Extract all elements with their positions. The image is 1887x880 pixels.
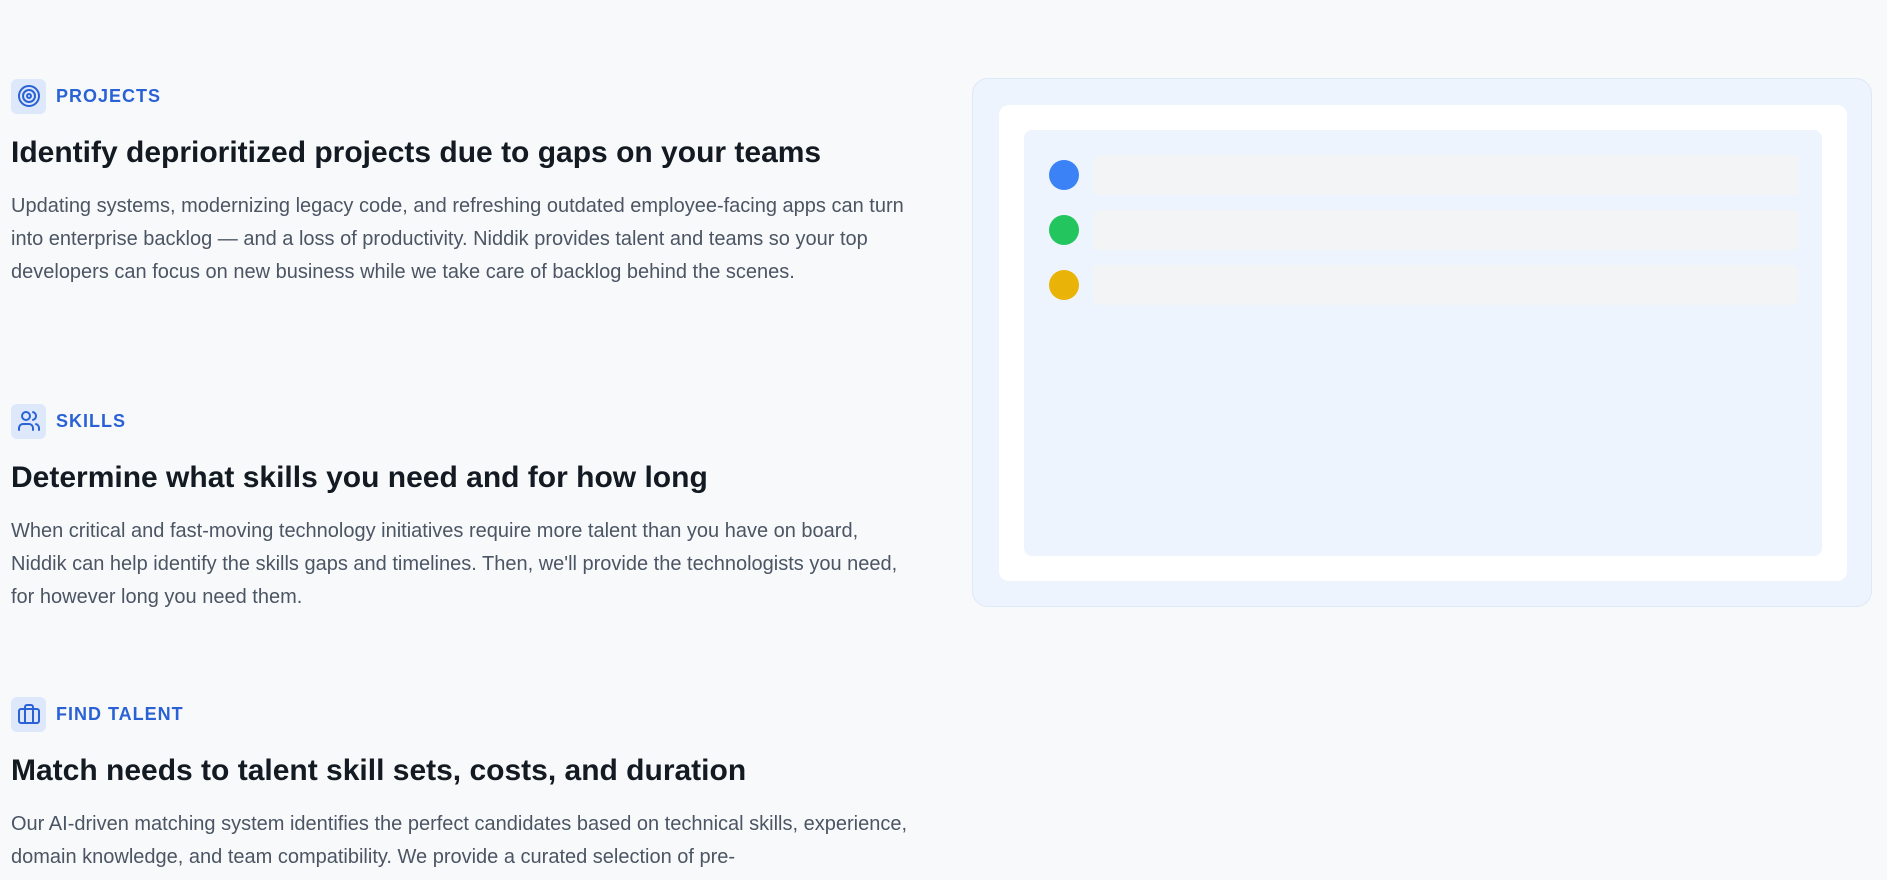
feature-eyebrow: SKILLS <box>11 403 916 439</box>
status-dot <box>1049 270 1079 300</box>
placeholder-bar <box>1093 210 1799 250</box>
feature-eyebrow-label: PROJECTS <box>56 85 162 106</box>
feature-description: Our AI-driven matching system identifies… <box>11 813 908 868</box>
placeholder-bar <box>1093 265 1799 305</box>
status-dot <box>1049 215 1079 245</box>
feature-projects: PROJECTS Identify deprioritized projects… <box>11 78 916 289</box>
page: PROJECTS Identify deprioritized projects… <box>0 0 1887 880</box>
feature-title: Identify deprioritized projects due to g… <box>11 136 822 169</box>
list-item <box>1049 265 1809 305</box>
feature-skills: SKILLS Determine what skills you need an… <box>11 403 916 614</box>
feature-title: Determine what skills you need and for h… <box>11 461 708 494</box>
illustration-card <box>999 105 1847 581</box>
feature-eyebrow-label: SKILLS <box>56 410 127 431</box>
illustration-panel <box>972 78 1872 607</box>
illustration-list <box>1024 130 1822 556</box>
list-item <box>1049 210 1809 250</box>
users-icon <box>11 403 46 439</box>
feature-description: Updating systems, modernizing legacy cod… <box>11 195 904 283</box>
feature-eyebrow: FIND TALENT <box>11 696 916 732</box>
placeholder-bar <box>1093 155 1799 195</box>
feature-find-talent: FIND TALENT Match needs to talent skill … <box>11 696 916 874</box>
status-dot <box>1049 160 1079 190</box>
feature-title: Match needs to talent skill sets, costs,… <box>11 754 747 787</box>
list-item <box>1049 155 1809 195</box>
target-icon <box>11 78 46 114</box>
feature-description: When critical and fast-moving technology… <box>11 520 898 608</box>
feature-eyebrow: PROJECTS <box>11 78 916 114</box>
feature-eyebrow-label: FIND TALENT <box>56 703 184 724</box>
briefcase-icon <box>11 696 46 732</box>
